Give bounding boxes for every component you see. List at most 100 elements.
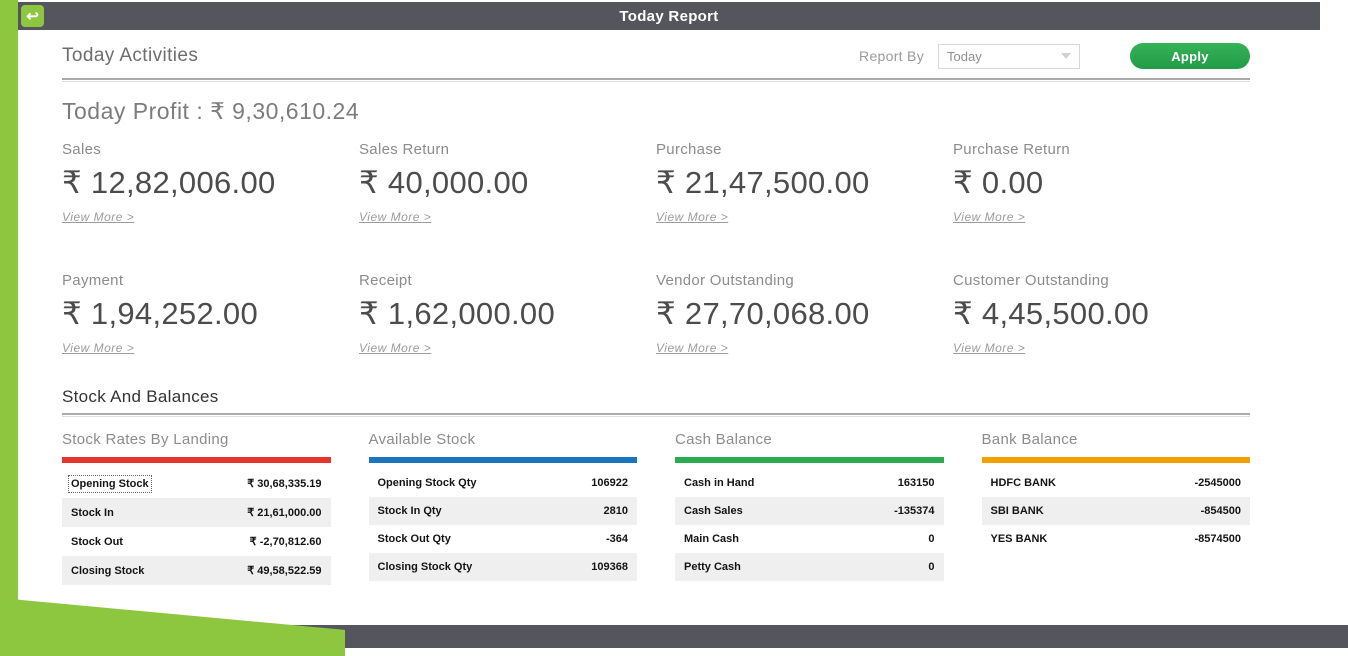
row-label: YES BANK <box>991 533 1048 545</box>
metric-amount: ₹ 21,47,500.00 <box>656 165 953 201</box>
cards-grid: Sales₹ 12,82,006.00View More >Sales Retu… <box>62 141 1250 357</box>
metric-card: Payment ₹ 1,94,252.00 View More > <box>62 272 359 357</box>
table-row[interactable]: Stock Out₹ -2,70,812.60 <box>62 527 331 556</box>
metric-label: Customer Outstanding <box>953 272 1250 289</box>
apply-button[interactable]: Apply <box>1130 43 1250 69</box>
panel-title: Available Stock <box>369 431 638 448</box>
view-more-link[interactable]: View More > <box>359 210 431 224</box>
metric-amount: ₹ 40,000.00 <box>359 165 656 201</box>
panel-table: Opening Stock Qty106922Stock In Qty2810S… <box>369 469 638 581</box>
row-label: Closing Stock <box>71 565 144 577</box>
row-value: ₹ -2,70,812.60 <box>250 535 322 548</box>
back-arrow-icon: ↩ <box>26 9 39 24</box>
row-value: ₹ 49,58,522.59 <box>247 564 321 577</box>
table-row[interactable]: Opening Stock Qty 106922 <box>369 469 638 497</box>
metric-card: Sales Return ₹ 40,000.00 View More > <box>359 141 656 226</box>
today-profit-text: Today Profit : ₹ 9,30,610.24 <box>62 98 1250 125</box>
balance-panel: Cash Balance Cash in Hand 163150 Cash Sales… <box>675 431 944 585</box>
table-row[interactable]: Stock In Qty 2810 <box>369 497 638 525</box>
view-more-link[interactable]: View More > <box>953 341 1025 355</box>
table-row[interactable]: YES BANK -8574500 <box>982 525 1251 553</box>
metric-label: Receipt <box>359 272 656 289</box>
row-value: 163150 <box>898 477 935 489</box>
metric-label: Purchase Return <box>953 141 1250 158</box>
row-label: HDFC BANK <box>991 477 1056 489</box>
table-row[interactable]: Cash Sales -135374 <box>675 497 944 525</box>
row-value: 106922 <box>591 477 628 489</box>
panel-table: HDFC BANK -2545000 SBI BANK -854500 YES BANK… <box>982 469 1251 553</box>
panel-accent-bar <box>369 457 638 463</box>
row-label: Opening Stock Qty <box>378 477 477 489</box>
back-button[interactable]: ↩ <box>21 5 44 27</box>
row-label: SBI BANK <box>991 505 1044 517</box>
metric-card: Sales₹ 12,82,006.00View More > <box>62 141 359 226</box>
metric-label: Vendor Outstanding <box>656 272 953 289</box>
section-title-stock-and-balances: Stock And Balances <box>62 387 1250 407</box>
table-row[interactable]: Main Cash 0 <box>675 525 944 553</box>
view-more-link[interactable]: View More > <box>359 341 431 355</box>
divider <box>62 413 1250 417</box>
metric-card: Purchase Return ₹ 0.00 View More > <box>953 141 1250 226</box>
report-by-selected-value: Today <box>947 49 982 64</box>
row-value: -364 <box>606 533 628 545</box>
panel-accent-bar <box>982 457 1251 463</box>
row-label: Cash in Hand <box>684 477 754 489</box>
toolbar: Today Activities Report By Today Apply <box>62 40 1250 72</box>
view-more-link[interactable]: View More > <box>62 341 134 355</box>
row-value: -8574500 <box>1195 533 1242 545</box>
row-label: Stock Out Qty <box>378 533 451 545</box>
balance-panel: Stock Rates By LandingOpening Stock₹ 30,… <box>62 431 331 585</box>
row-value: ₹ 30,68,335.19 <box>247 477 321 490</box>
metric-amount: ₹ 27,70,068.00 <box>656 296 953 332</box>
table-row[interactable]: Closing Stock Qty109368 <box>369 553 638 581</box>
report-by-dropdown[interactable]: Today <box>938 44 1080 69</box>
view-more-link[interactable]: View More > <box>62 210 134 224</box>
table-row[interactable]: SBI BANK -854500 <box>982 497 1251 525</box>
panel-table: Opening Stock ₹ 30,68,335.19 Stock In₹ 21,… <box>62 469 331 585</box>
section-title-today-activities: Today Activities <box>62 45 198 67</box>
left-green-strip <box>0 0 18 656</box>
row-value: -2545000 <box>1195 477 1242 489</box>
metric-amount: ₹ 4,45,500.00 <box>953 296 1250 332</box>
title-bar: ↩ Today Report <box>18 2 1320 30</box>
page-title: Today Report <box>619 8 718 25</box>
table-row[interactable]: Opening Stock ₹ 30,68,335.19 <box>62 469 331 498</box>
table-row[interactable]: Petty Cash0 <box>675 553 944 581</box>
view-more-link[interactable]: View More > <box>656 341 728 355</box>
row-label: Stock In Qty <box>378 505 442 517</box>
panel-title: Bank Balance <box>982 431 1251 448</box>
balance-panel: Available Stock Opening Stock Qty 106922 St… <box>369 431 638 585</box>
table-row[interactable]: Stock In₹ 21,61,000.00 <box>62 498 331 527</box>
divider <box>62 78 1250 82</box>
balance-panel: Bank Balance HDFC BANK -2545000 SBI BANK -85… <box>982 431 1251 585</box>
table-row[interactable]: HDFC BANK -2545000 <box>982 469 1251 497</box>
main-content: Today Activities Report By Today Apply T… <box>18 30 1320 625</box>
table-row[interactable]: Stock Out Qty -364 <box>369 525 638 553</box>
row-value: 0 <box>928 561 934 573</box>
row-value: -854500 <box>1201 505 1241 517</box>
panel-accent-bar <box>62 457 331 463</box>
metric-label: Payment <box>62 272 359 289</box>
metric-amount: ₹ 12,82,006.00 <box>62 165 359 201</box>
metric-amount: ₹ 0.00 <box>953 165 1250 201</box>
row-value: -135374 <box>894 505 934 517</box>
row-value: 2810 <box>604 505 628 517</box>
panel-title: Cash Balance <box>675 431 944 448</box>
view-more-link[interactable]: View More > <box>656 210 728 224</box>
metric-card: Customer Outstanding ₹ 4,45,500.00 View Mo… <box>953 272 1250 357</box>
report-by-label: Report By <box>859 48 924 64</box>
metric-amount: ₹ 1,94,252.00 <box>62 296 359 332</box>
metric-amount: ₹ 1,62,000.00 <box>359 296 656 332</box>
row-label: Cash Sales <box>684 505 743 517</box>
row-value: 0 <box>928 533 934 545</box>
metric-label: Purchase <box>656 141 953 158</box>
view-more-link[interactable]: View More > <box>953 210 1025 224</box>
metric-card: Purchase ₹ 21,47,500.00 View More > <box>656 141 953 226</box>
row-label: Main Cash <box>684 533 739 545</box>
row-label: Closing Stock Qty <box>378 561 473 573</box>
row-label: Opening Stock <box>71 478 149 490</box>
metric-label: Sales Return <box>359 141 656 158</box>
table-row[interactable]: Cash in Hand 163150 <box>675 469 944 497</box>
toolbar-right: Report By Today Apply <box>859 43 1250 69</box>
table-row[interactable]: Closing Stock ₹ 49,58,522.59 <box>62 556 331 585</box>
